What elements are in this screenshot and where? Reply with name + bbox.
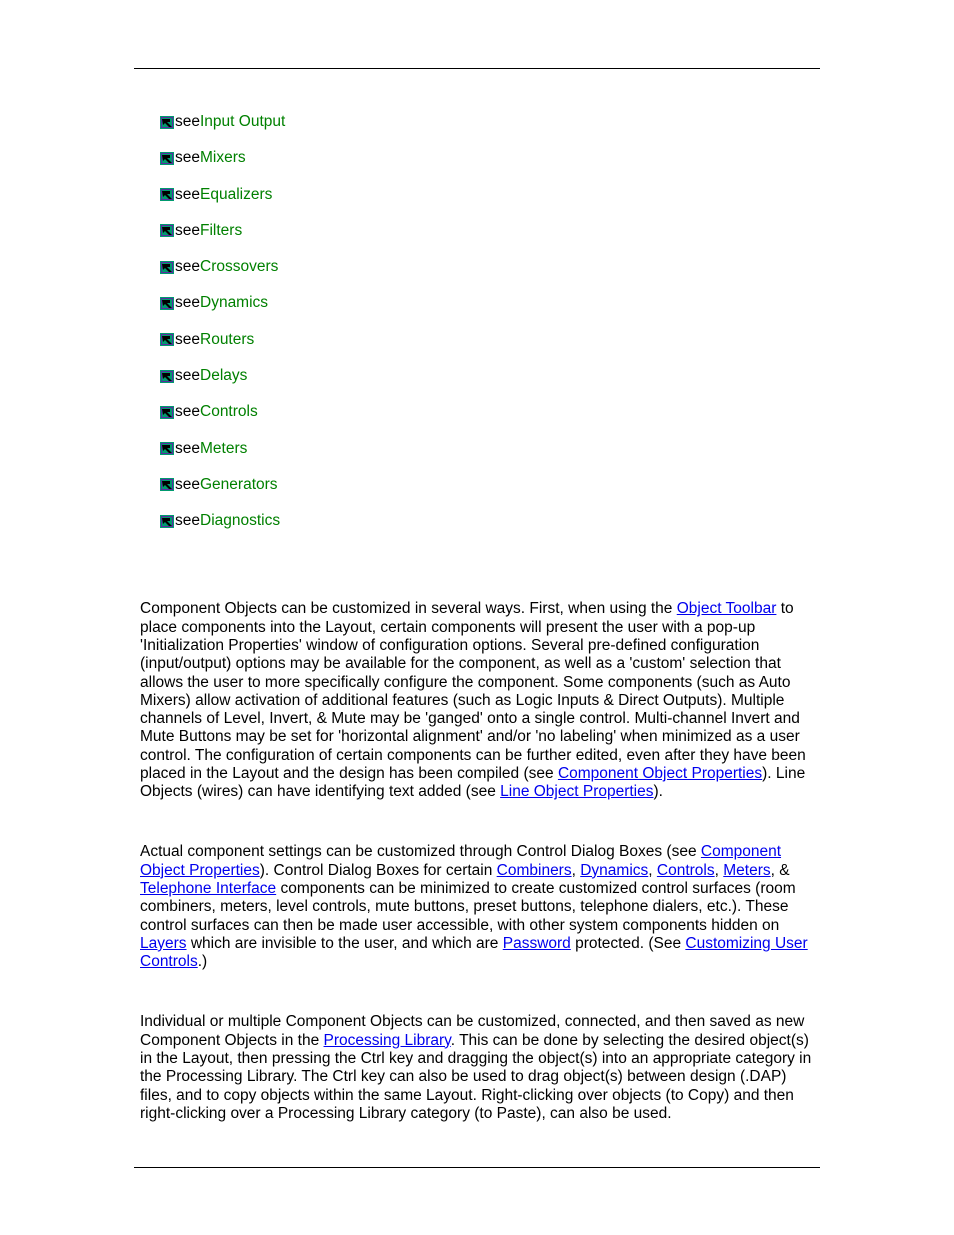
text: , & xyxy=(771,862,790,879)
see-label: see xyxy=(175,331,200,349)
text: , xyxy=(572,862,581,879)
text: , xyxy=(715,862,724,879)
see-item: see Input Output xyxy=(160,113,820,131)
see-link[interactable]: Delays xyxy=(200,367,247,385)
see-link[interactable]: Crossovers xyxy=(200,258,278,276)
see-link[interactable]: Meters xyxy=(200,440,247,458)
see-item: see Controls xyxy=(160,403,820,421)
link-object-toolbar[interactable]: Object Toolbar xyxy=(677,600,777,617)
link-combiners[interactable]: Combiners xyxy=(497,862,572,879)
link-password[interactable]: Password xyxy=(503,935,571,952)
bullet-icon xyxy=(160,188,174,201)
see-label: see xyxy=(175,403,200,421)
see-link[interactable]: Equalizers xyxy=(200,186,272,204)
bullet-icon xyxy=(160,116,174,129)
see-link[interactable]: Controls xyxy=(200,403,258,421)
see-label: see xyxy=(175,222,200,240)
see-link[interactable]: Dynamics xyxy=(200,294,268,312)
text: Component Objects can be customized in s… xyxy=(140,600,677,617)
bullet-icon xyxy=(160,478,174,491)
bullet-icon xyxy=(160,515,174,528)
see-link[interactable]: Mixers xyxy=(200,149,246,167)
see-link[interactable]: Routers xyxy=(200,331,254,349)
keycap: Ctrl xyxy=(332,1068,356,1085)
text: protected. (See xyxy=(571,935,686,952)
see-item: see Filters xyxy=(160,222,820,240)
see-link[interactable]: Generators xyxy=(200,476,278,494)
text: to place components into the Layout, cer… xyxy=(140,600,806,782)
see-label: see xyxy=(175,512,200,530)
link-processing-library[interactable]: Processing Library xyxy=(324,1032,451,1049)
bullet-icon xyxy=(160,297,174,310)
bullet-icon xyxy=(160,152,174,165)
see-list: see Input Output see Mixers see Equalize… xyxy=(160,113,820,530)
content-area: see Input Output see Mixers see Equalize… xyxy=(0,69,954,1123)
see-item: see Diagnostics xyxy=(160,512,820,530)
link-line-object-properties[interactable]: Line Object Properties xyxy=(500,783,653,800)
bullet-icon xyxy=(160,224,174,237)
see-item: see Dynamics xyxy=(160,294,820,312)
see-item: see Meters xyxy=(160,440,820,458)
bullet-icon xyxy=(160,442,174,455)
see-label: see xyxy=(175,367,200,385)
paragraph-3: Individual or multiple Component Objects… xyxy=(140,1013,820,1123)
see-item: see Delays xyxy=(160,367,820,385)
see-label: see xyxy=(175,149,200,167)
see-label: see xyxy=(175,186,200,204)
see-label: see xyxy=(175,113,200,131)
link-component-object-properties[interactable]: Component Object Properties xyxy=(558,765,762,782)
see-item: see Crossovers xyxy=(160,258,820,276)
text: ). Control Dialog Boxes for certain xyxy=(260,862,497,879)
text: , xyxy=(648,862,657,879)
see-item: see Equalizers xyxy=(160,186,820,204)
bottom-rule xyxy=(134,1167,820,1168)
see-item: see Mixers xyxy=(160,149,820,167)
paragraph-1: Component Objects can be customized in s… xyxy=(140,600,820,801)
see-label: see xyxy=(175,294,200,312)
text: ). xyxy=(654,783,663,800)
link-dynamics[interactable]: Dynamics xyxy=(580,862,648,879)
link-meters[interactable]: Meters xyxy=(723,862,770,879)
see-link[interactable]: Filters xyxy=(200,222,242,240)
link-telephone-interface[interactable]: Telephone Interface xyxy=(140,880,276,897)
bullet-icon xyxy=(160,261,174,274)
link-controls[interactable]: Controls xyxy=(657,862,715,879)
see-label: see xyxy=(175,476,200,494)
text: Actual component settings can be customi… xyxy=(140,843,701,860)
bullet-icon xyxy=(160,406,174,419)
text: .) xyxy=(198,953,207,970)
bullet-icon xyxy=(160,333,174,346)
see-link[interactable]: Diagnostics xyxy=(200,512,280,530)
text: which are invisible to the user, and whi… xyxy=(187,935,503,952)
paragraph-2: Actual component settings can be customi… xyxy=(140,843,820,971)
keycap: Ctrl xyxy=(361,1050,385,1067)
bullet-icon xyxy=(160,370,174,383)
link-layers[interactable]: Layers xyxy=(140,935,187,952)
see-link[interactable]: Input Output xyxy=(200,113,285,131)
see-label: see xyxy=(175,258,200,276)
see-label: see xyxy=(175,440,200,458)
see-item: see Generators xyxy=(160,476,820,494)
see-item: see Routers xyxy=(160,331,820,349)
